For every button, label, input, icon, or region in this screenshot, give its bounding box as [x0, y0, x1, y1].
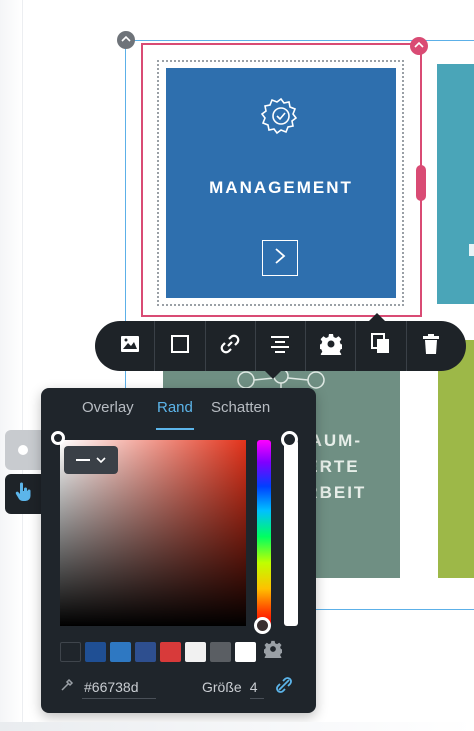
image-icon	[120, 335, 140, 358]
copy-icon	[371, 332, 391, 360]
hue-slider[interactable]	[257, 440, 271, 626]
hue-slider-handle[interactable]	[254, 617, 271, 634]
border-color-panel: Overlay Rand Schatten Größe	[41, 388, 316, 713]
opacity-slider-handle[interactable]	[281, 431, 298, 448]
row-handle[interactable]	[117, 31, 135, 49]
eyedropper-icon[interactable]	[60, 678, 74, 697]
chevron-down-icon	[96, 451, 106, 469]
swatch[interactable]	[85, 641, 106, 662]
tab-rand[interactable]: Rand	[156, 398, 194, 430]
swatch[interactable]	[160, 641, 181, 662]
tile-teal-mark	[469, 244, 474, 256]
align-button[interactable]	[256, 321, 307, 371]
block-handle[interactable]	[410, 37, 428, 55]
opacity-slider[interactable]	[284, 440, 298, 626]
link-button[interactable]	[206, 321, 256, 371]
toolbar-caret	[369, 313, 385, 321]
swatch-settings-gear-icon[interactable]	[262, 640, 284, 663]
gear-icon	[318, 333, 344, 360]
hex-input[interactable]	[82, 675, 156, 699]
hex-row: Größe	[60, 675, 301, 699]
trash-icon	[422, 333, 440, 360]
style-tab[interactable]	[5, 430, 41, 470]
toolbar-caret-down	[265, 371, 281, 379]
solid-line-icon	[76, 459, 90, 461]
tab-overlay[interactable]: Overlay	[82, 398, 134, 428]
block-toolbar	[95, 313, 466, 379]
chevron-up-icon	[121, 35, 131, 46]
swatch[interactable]	[110, 641, 131, 662]
tile-teal[interactable]	[437, 64, 474, 304]
saturation-value-handle[interactable]	[51, 431, 65, 445]
unlink-icon[interactable]	[275, 676, 292, 698]
tab-schatten[interactable]: Schatten	[211, 398, 270, 428]
duplicate-button[interactable]	[356, 321, 407, 371]
tile-green[interactable]	[438, 340, 474, 578]
square-icon	[170, 334, 190, 359]
size-input[interactable]	[249, 675, 264, 699]
image-button[interactable]	[105, 321, 156, 371]
swatch[interactable]	[135, 641, 156, 662]
swatch[interactable]	[185, 641, 206, 662]
interaction-tab[interactable]	[5, 474, 41, 514]
page-bottom-edge	[0, 722, 474, 731]
chevron-up-icon	[414, 41, 424, 52]
link-icon	[219, 333, 241, 360]
swatch[interactable]	[235, 641, 256, 662]
page-left-edge	[0, 0, 23, 731]
delete-button[interactable]	[407, 321, 456, 371]
hand-pointer-icon	[14, 482, 32, 507]
block-resize-handle[interactable]	[416, 165, 426, 201]
dot-icon	[18, 445, 28, 455]
panel-tabs: Overlay Rand Schatten	[41, 398, 316, 430]
align-center-icon	[269, 335, 291, 358]
settings-button[interactable]	[306, 321, 357, 371]
swatch[interactable]	[60, 641, 81, 662]
block-selection-frame	[141, 43, 422, 317]
border-style-select[interactable]	[64, 446, 118, 474]
color-swatches	[60, 640, 284, 663]
size-label: Größe	[202, 679, 242, 695]
swatch[interactable]	[210, 641, 231, 662]
border-button[interactable]	[155, 321, 206, 371]
